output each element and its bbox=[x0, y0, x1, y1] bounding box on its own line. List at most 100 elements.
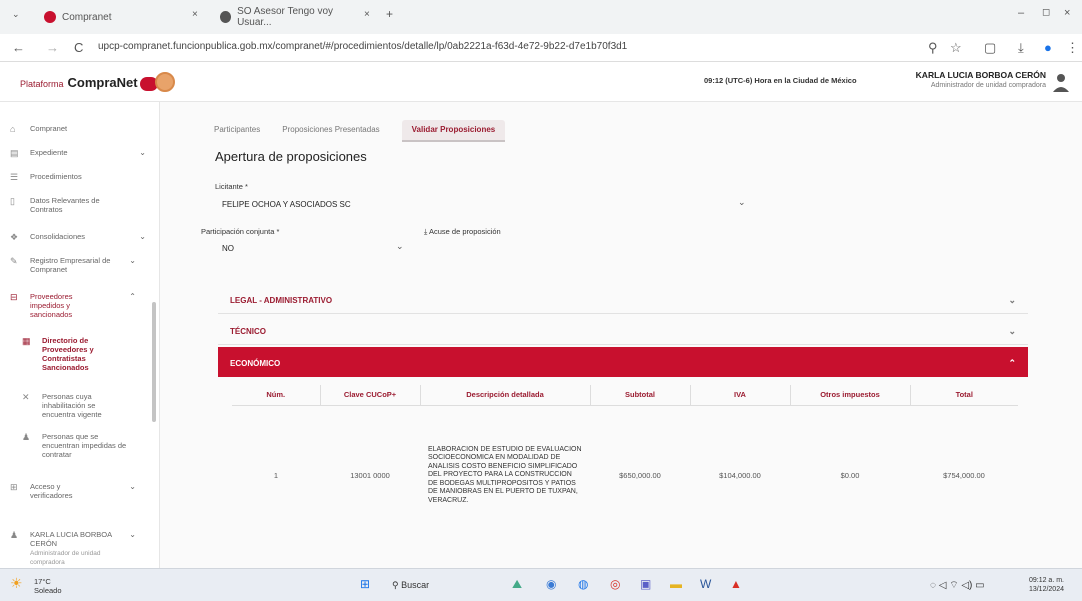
chrome-browser-icon[interactable]: ◎ bbox=[610, 577, 620, 591]
tab-proposiciones-presentadas[interactable]: Proposiciones Presentadas bbox=[282, 120, 379, 142]
sidebar-scrollbar[interactable] bbox=[152, 302, 156, 422]
chevron-down-icon: ⌄ bbox=[139, 232, 146, 241]
zoom-icon[interactable]: ⚲ bbox=[928, 40, 938, 56]
person-icon: ♟ bbox=[22, 432, 31, 442]
browser-tab-strip: ⌄ Compranet × SO Asesor Tengo voy Usuar.… bbox=[0, 0, 1082, 34]
licitante-label: Licitante * bbox=[215, 182, 248, 191]
section-title: ECONÓMICO bbox=[230, 359, 281, 368]
cell-otros: $0.00 bbox=[840, 470, 860, 480]
word-icon[interactable]: W bbox=[700, 577, 711, 591]
window-close-icon[interactable]: × bbox=[1064, 7, 1070, 19]
weather-sun-icon[interactable]: ☀ bbox=[10, 575, 23, 592]
clock[interactable]: 09:12 a. m. 13/12/2024 bbox=[1029, 576, 1064, 594]
system-tray-icons[interactable]: ◌ ◁ ⌔ ◁) ▭ bbox=[930, 579, 985, 592]
teams-icon[interactable]: ▣ bbox=[640, 577, 651, 591]
licitante-select[interactable]: FELIPE OCHOA Y ASOCIADOS SC bbox=[222, 200, 351, 209]
taskbar: ☀ 17°C Soleado ⊞ ⚲ Buscar ⛰ ◉ ◍ ◎ ▣ ▬ W ▲… bbox=[0, 568, 1082, 601]
logo-prefix: Plataforma bbox=[20, 79, 64, 89]
chevron-down-icon: ⌄ bbox=[1008, 295, 1016, 305]
windows-start-icon[interactable]: ⊞ bbox=[360, 577, 370, 591]
header-iva: IVA bbox=[690, 385, 791, 406]
new-tab-plus-icon[interactable]: + bbox=[386, 7, 393, 21]
edge-browser-icon[interactable]: ◍ bbox=[578, 577, 588, 591]
sidebar-item-procedimientos[interactable]: ☰ Procedimientos bbox=[0, 172, 159, 184]
economic-table: Núm. Clave CUCoP+ Descripción detallada … bbox=[232, 385, 1018, 545]
app-icon[interactable]: ◉ bbox=[546, 577, 556, 591]
conjunta-select[interactable]: NO bbox=[222, 244, 234, 253]
chevron-down-icon: ⌄ bbox=[139, 148, 146, 157]
file-explorer-icon[interactable]: ▬ bbox=[670, 577, 682, 591]
tab-compranet[interactable]: Compranet bbox=[44, 4, 194, 30]
section-legal[interactable]: LEGAL - ADMINISTRATIVO ⌄ bbox=[218, 284, 1028, 314]
sidebar-subitem-inhabilitacion[interactable]: ✕ Personas cuya inhabilitación se encuent… bbox=[0, 392, 140, 419]
user-avatar-icon: ♟ bbox=[10, 530, 19, 540]
sidebar-item-registro[interactable]: ✎ Registro Empresarial de Compranet ⌄ bbox=[0, 256, 150, 274]
sidebar-item-consolidaciones[interactable]: ❖ Consolidaciones ⌄ bbox=[0, 232, 159, 244]
weather-widget[interactable]: 17°C Soleado bbox=[34, 577, 62, 595]
chevron-up-icon: ⌃ bbox=[1008, 358, 1016, 368]
acuse-label: Acuse de proposición bbox=[429, 227, 501, 236]
profile-icon[interactable]: ● bbox=[1044, 40, 1052, 55]
widgets-icon[interactable]: ⛰ bbox=[512, 577, 522, 592]
extensions-icon[interactable]: ▢ bbox=[984, 40, 996, 56]
maximize-icon[interactable]: ◻ bbox=[1042, 7, 1050, 18]
cell-total: $754,000.00 bbox=[943, 470, 985, 480]
chevron-down-icon[interactable]: ⌄ bbox=[396, 241, 404, 252]
sidebar-item-datos[interactable]: ▯ Datos Relevantes de Contratos bbox=[0, 196, 130, 214]
menu-kebab-icon[interactable]: ⋮ bbox=[1066, 40, 1079, 56]
tab-second[interactable]: SO Asesor Tengo voy Usuar... bbox=[220, 4, 360, 30]
reload-icon[interactable]: C bbox=[74, 40, 83, 55]
folder-icon: ▤ bbox=[10, 148, 19, 158]
taskbar-search[interactable]: ⚲ Buscar bbox=[392, 580, 429, 591]
sidebar-item-expediente[interactable]: ▤ Expediente ⌄ bbox=[0, 148, 159, 160]
sidebar-item-acceso[interactable]: ⊞ Acceso y verificadores ⌄ bbox=[0, 482, 150, 500]
download-icon[interactable]: ⤓ bbox=[1018, 40, 1024, 56]
access-icon: ⊞ bbox=[10, 482, 18, 492]
sidebar-item-proveedores[interactable]: ⊟ Proveedores impedidos y sancionados ⌃ bbox=[0, 292, 150, 319]
chevron-down-icon: ⌄ bbox=[129, 530, 136, 539]
cell-iva: $104,000.00 bbox=[719, 470, 761, 480]
back-arrow-icon[interactable]: ← bbox=[12, 40, 25, 55]
user-info[interactable]: KARLA LUCIA BORBOA CERÓN Administrador d… bbox=[916, 70, 1046, 89]
section-economico[interactable]: ECONÓMICO ⌃ bbox=[218, 347, 1028, 377]
close-tab-icon[interactable]: × bbox=[192, 9, 198, 20]
table-row: 1 13001 0000 ELABORACION DE ESTUDIO DE E… bbox=[232, 405, 1018, 545]
sidebar-item-label: Consolidaciones bbox=[30, 232, 86, 241]
list-icon: ☰ bbox=[10, 172, 19, 182]
sidebar-subitem-directorio[interactable]: ▦ Directorio de Proveedores y Contratista… bbox=[0, 336, 140, 372]
chevron-down-icon: ⌄ bbox=[129, 482, 136, 491]
download-icon: ⤓ bbox=[424, 227, 428, 236]
acuse-link[interactable]: ⤓ Acuse de proposición bbox=[424, 227, 501, 237]
header-otros: Otros impuestos bbox=[790, 385, 911, 406]
sidebar-user-name: KARLA LUCIA BORBOA CERÓN bbox=[30, 530, 112, 548]
conjunta-label: Participación conjunta * bbox=[201, 227, 280, 236]
cell-clave: 13001 0000 bbox=[350, 470, 390, 480]
sidebar-subitem-impedidas[interactable]: ♟ Personas que se encuentran impedidas de… bbox=[0, 432, 140, 459]
header-num: Núm. bbox=[232, 385, 321, 406]
user-avatar-icon[interactable] bbox=[1052, 72, 1070, 92]
layers-icon: ❖ bbox=[10, 232, 19, 242]
section-tecnico[interactable]: TÉCNICO ⌄ bbox=[218, 315, 1028, 345]
sidebar-item-compranet[interactable]: ⌂ Compranet bbox=[0, 124, 159, 136]
tab-validar-proposiciones[interactable]: Validar Proposiciones bbox=[401, 120, 506, 142]
close-tab-icon[interactable]: × bbox=[364, 9, 370, 20]
forward-arrow-icon[interactable]: → bbox=[46, 40, 59, 55]
page-title: Apertura de proposiciones bbox=[215, 149, 367, 164]
government-seal-icon bbox=[155, 72, 175, 92]
tab-participantes[interactable]: Participantes bbox=[214, 120, 260, 142]
bookmark-star-icon[interactable]: ☆ bbox=[950, 40, 962, 56]
chevron-down-icon: ⌄ bbox=[1008, 326, 1016, 336]
pdf-reader-icon[interactable]: ▲ bbox=[730, 577, 742, 591]
compranet-favicon-icon bbox=[44, 11, 56, 23]
header-subtotal: Subtotal bbox=[590, 385, 691, 406]
sidebar-item-label: Registro Empresarial de Compranet bbox=[30, 256, 111, 274]
tab-list-chevron-icon[interactable]: ⌄ bbox=[12, 9, 20, 20]
directory-icon: ▦ bbox=[22, 336, 31, 346]
minimize-icon[interactable]: – bbox=[1018, 7, 1024, 19]
url-field[interactable]: upcp-compranet.funcionpublica.gob.mx/com… bbox=[98, 41, 627, 52]
sidebar-user[interactable]: ♟ KARLA LUCIA BORBOA CERÓN Administrador d… bbox=[0, 530, 150, 566]
compranet-logo[interactable]: Plataforma CompraNet bbox=[20, 75, 158, 91]
chevron-down-icon[interactable]: ⌄ bbox=[738, 197, 746, 208]
cell-num: 1 bbox=[273, 470, 279, 480]
user-role: Administrador de unidad compradora bbox=[930, 82, 1046, 89]
